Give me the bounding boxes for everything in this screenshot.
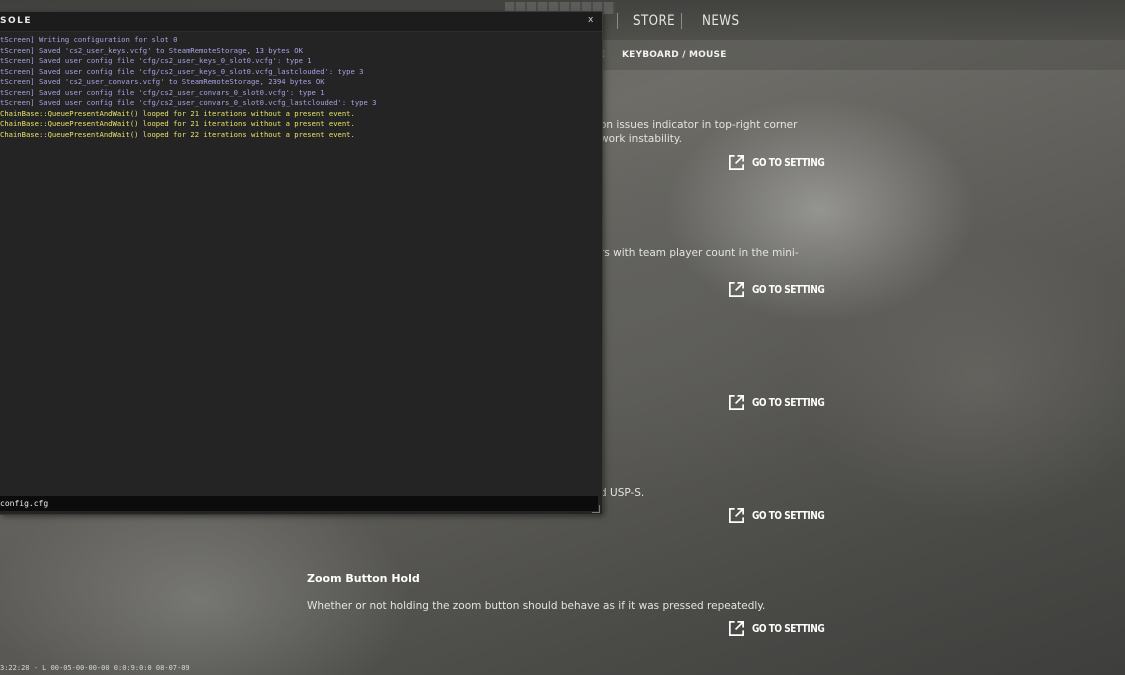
go-to-setting-button[interactable]: GO TO SETTING [727,505,825,525]
go-to-setting-button[interactable]: GO TO SETTING [727,279,825,299]
tab-keyboard-mouse[interactable]: KEYBOARD / MOUSE [622,50,727,60]
console-log-line: tScreen] Saved 'cs2_user_convars.vcfg' t… [0,77,325,86]
external-link-icon [728,281,745,297]
console-window[interactable]: SOLE x tScreen] Writing configuration fo… [0,12,602,514]
go-to-setting-label: GO TO SETTING [752,155,825,169]
console-log-line: tScreen] Writing configuration for slot … [0,35,178,44]
external-link-icon [728,620,745,636]
console-log-line: tScreen] Saved user config file 'cfg/cs2… [0,56,312,65]
go-to-setting-label: GO TO SETTING [752,508,825,522]
nav-separator [617,13,618,29]
go-to-setting-button[interactable]: GO TO SETTING [727,618,825,638]
status-readout: 3:22:28 - L 00-05-00-00-00 0:0:9:0:0 08-… [0,664,190,672]
setting-description: Whether or not holding the zoom button s… [307,600,766,612]
console-close-button[interactable]: x [588,15,593,25]
go-to-setting-button[interactable]: GO TO SETTING [727,392,825,412]
console-log-line: ChainBase::QueuePresentAndWait() looped … [0,129,355,139]
nav-separator [681,13,682,29]
console-log-line: ChainBase::QueuePresentAndWait() looped … [0,108,355,118]
nav-store[interactable]: STORE [633,13,675,29]
console-resize-handle[interactable] [592,505,600,513]
setting-title-zoom-button-hold: Zoom Button Hold [307,572,420,585]
go-to-setting-label: GO TO SETTING [752,395,825,409]
console-log-line: ChainBase::QueuePresentAndWait() looped … [0,119,355,128]
setting-description: on issues indicator in top-right corner [600,119,798,131]
console-log[interactable]: tScreen] Writing configuration for slot … [0,35,600,140]
external-link-icon [728,154,745,170]
external-link-icon [728,394,745,410]
external-link-icon [728,507,745,523]
console-log-line: tScreen] Saved user config file 'cfg/cs2… [0,98,377,107]
console-title: SOLE [0,16,33,26]
go-to-setting-button[interactable]: GO TO SETTING [727,152,825,172]
console-log-line: tScreen] Saved user config file 'cfg/cs2… [0,66,364,76]
console-log-line: tScreen] Saved user config file 'cfg/cs2… [0,87,325,97]
setting-description: rs with team player count in the mini- [600,247,799,259]
nav-news[interactable]: NEWS [702,13,739,29]
console-titlebar[interactable]: SOLE x [0,12,602,32]
go-to-setting-label: GO TO SETTING [752,621,825,635]
game-settings-screen: STORE NEWS E KEYBOARD / MOUSE on issues … [0,0,1125,675]
console-log-line: tScreen] Saved 'cs2_user_keys.vcfg' to S… [0,45,303,55]
setting-description: work instability. [600,133,682,145]
setting-description: d USP-S. [600,487,645,499]
console-command-input[interactable] [0,496,598,511]
go-to-setting-label: GO TO SETTING [752,282,825,296]
